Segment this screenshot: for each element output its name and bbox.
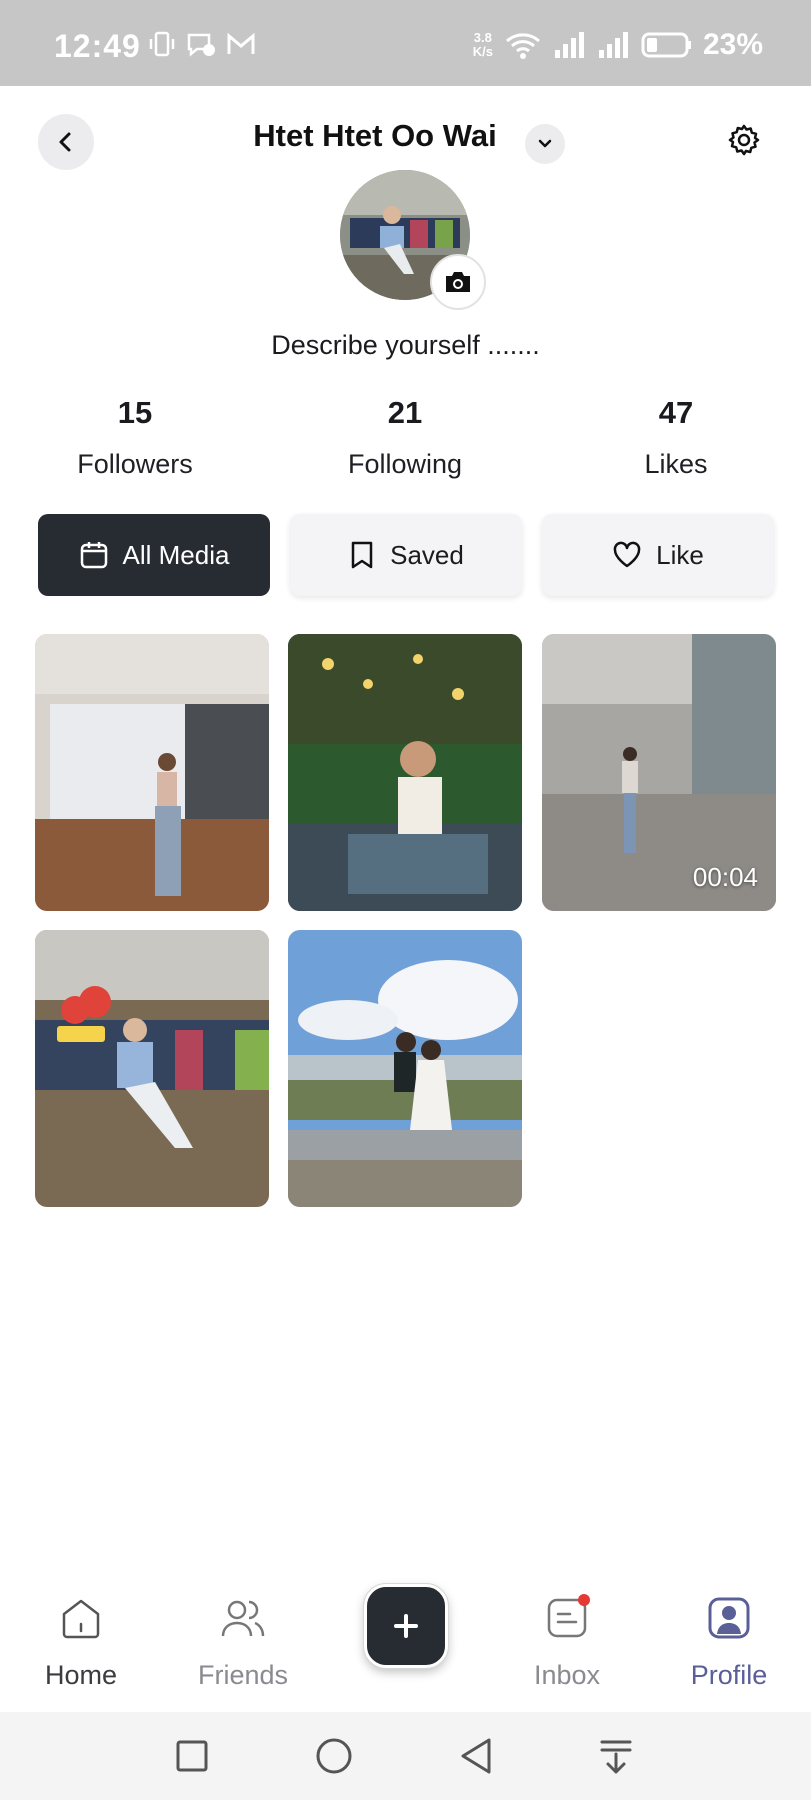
triangle-back-icon [461, 1738, 491, 1774]
tab-saved[interactable]: Saved [290, 514, 522, 596]
gmail-icon [227, 32, 255, 54]
media-thumbnail [288, 930, 522, 1207]
circle-icon [316, 1738, 352, 1774]
nav-friends[interactable]: Friends [178, 1588, 308, 1691]
friends-icon [221, 1600, 265, 1637]
media-tile-5[interactable] [288, 930, 522, 1207]
status-notification-icons [148, 30, 256, 58]
status-system-icons: 3.8 K/s 23% [473, 28, 763, 62]
tab-all-media[interactable]: All Media [38, 514, 270, 596]
stat-following[interactable]: 21 Following [305, 395, 505, 480]
media-tile-4[interactable] [35, 930, 269, 1207]
change-photo-button[interactable] [430, 254, 486, 310]
nav-profile[interactable]: Profile [664, 1588, 794, 1691]
system-navigation-bar [0, 1712, 811, 1800]
status-time: 12:49 [54, 28, 141, 64]
camera-icon [446, 272, 470, 292]
battery-icon [641, 32, 691, 58]
video-duration: 00:04 [692, 862, 758, 892]
stat-label: Followers [77, 449, 193, 479]
signal-icon-2 [598, 32, 628, 58]
battery-percent: 23% [702, 28, 763, 61]
media-thumbnail [35, 634, 269, 911]
bookmark-icon [351, 541, 373, 569]
heart-icon [613, 541, 641, 568]
square-icon [176, 1740, 208, 1772]
stat-value: 21 [387, 395, 423, 430]
tab-label: All Media [122, 539, 230, 570]
recents-button[interactable] [168, 1732, 216, 1780]
stat-followers[interactable]: 15 Followers [35, 395, 235, 480]
chevron-down-icon [538, 139, 552, 148]
nav-label: Friends [197, 1660, 289, 1690]
network-speed: 3.8 K/s [472, 30, 493, 59]
tab-like[interactable]: Like [542, 514, 774, 596]
media-tile-2[interactable] [288, 634, 522, 911]
nav-label: Home [44, 1660, 118, 1690]
tab-label: Like [656, 539, 704, 570]
home-system-button[interactable] [310, 1732, 358, 1780]
signal-icon [554, 32, 584, 58]
account-switch-button[interactable] [525, 124, 565, 164]
media-thumbnail [288, 634, 522, 911]
nav-label: Profile [690, 1660, 768, 1690]
stat-label: Following [347, 449, 463, 479]
vibrate-icon [149, 31, 175, 57]
nav-label: Inbox [533, 1660, 601, 1690]
calendar-icon [80, 542, 107, 569]
profile-username: Htet Htet Oo Wai [253, 118, 497, 153]
media-thumbnail [35, 930, 269, 1207]
back-system-button[interactable] [452, 1732, 500, 1780]
media-tile-3[interactable]: 00:04 [542, 634, 776, 911]
nav-inbox[interactable]: Inbox [502, 1588, 632, 1691]
pull-down-icon [600, 1740, 632, 1774]
wifi-icon [505, 33, 540, 59]
stat-likes[interactable]: 47 Likes [576, 395, 776, 480]
status-bar: 12:49 3.8 K/s 23% [0, 0, 811, 86]
plus-icon [394, 1614, 418, 1638]
nav-home[interactable]: Home [16, 1588, 146, 1691]
stat-value: 15 [117, 395, 153, 430]
inbox-badge [578, 1594, 590, 1606]
media-tile-1[interactable] [35, 634, 269, 911]
gear-icon [728, 124, 760, 156]
tab-label: Saved [390, 539, 464, 570]
back-button[interactable] [38, 114, 94, 170]
stat-label: Likes [644, 449, 708, 479]
profile-bio[interactable]: Describe yourself ....... [0, 330, 811, 361]
notification-pull-button[interactable] [592, 1732, 640, 1780]
stat-value: 47 [658, 395, 694, 430]
profile-icon [708, 1597, 750, 1639]
messenger-icon [187, 33, 215, 57]
create-post-button[interactable] [363, 1583, 449, 1669]
settings-button[interactable] [724, 120, 764, 160]
home-icon [62, 1599, 100, 1639]
chevron-left-icon [59, 132, 71, 152]
